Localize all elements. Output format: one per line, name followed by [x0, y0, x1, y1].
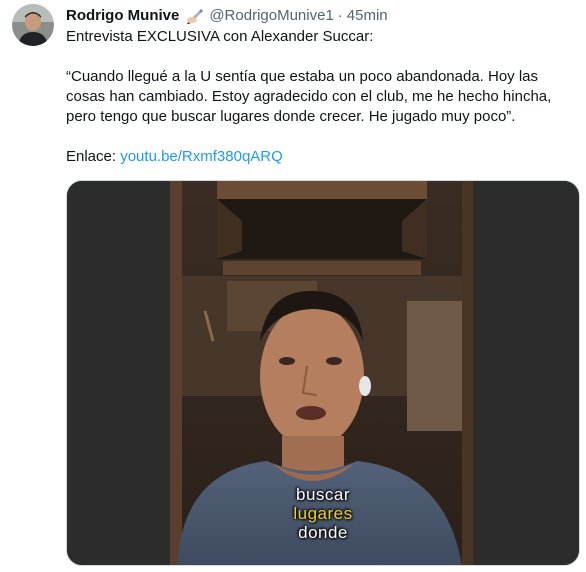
author-handle[interactable]: @RodrigoMunive1 — [209, 6, 333, 26]
caption-line-1: buscar — [295, 485, 351, 504]
tweet-text: Entrevista EXCLUSIVA con Alexander Succa… — [66, 27, 578, 167]
tweet-intro: Entrevista EXCLUSIVA con Alexander Succa… — [66, 28, 374, 45]
video-thumbnail[interactable]: buscar lugares donde — [66, 180, 580, 566]
tweet-timestamp[interactable]: 45min — [347, 6, 388, 26]
tweet-header: Rodrigo Munive @RodrigoMunive1 · 45min — [66, 6, 578, 26]
author-name[interactable]: Rodrigo Munive — [66, 6, 179, 26]
tweet-content: Rodrigo Munive @RodrigoMunive1 · 45min E… — [66, 6, 578, 167]
link-prefix: Enlace: — [66, 148, 117, 165]
caption-line-3: donde — [298, 523, 348, 542]
tweet[interactable]: Rodrigo Munive @RodrigoMunive1 · 45min E… — [0, 0, 586, 572]
header-separator: · — [337, 7, 343, 24]
avatar[interactable] — [12, 4, 54, 46]
youtube-link[interactable]: youtu.be/Rxmf380qARQ — [120, 148, 283, 165]
writing-hand-emoji-icon — [185, 8, 205, 24]
caption-line-2-highlighted: lugares — [293, 504, 353, 523]
tweet-quote: “Cuando llegué a la U sentía que estaba … — [66, 68, 552, 125]
tweet-link-line: Enlace: youtu.be/Rxmf380qARQ — [66, 147, 578, 167]
avatar-image — [12, 4, 54, 46]
